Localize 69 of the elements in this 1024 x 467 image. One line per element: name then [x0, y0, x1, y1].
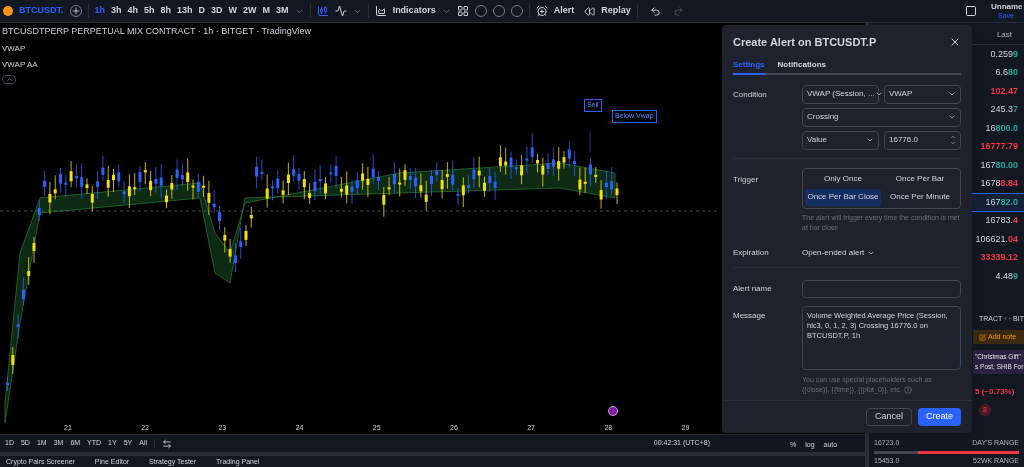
value-input[interactable]: 16776.0 [884, 130, 961, 150]
replay-button[interactable]: Replay [601, 4, 631, 18]
price-value: 33339.12 [980, 251, 1018, 264]
marker-line [589, 130, 591, 154]
target-select[interactable]: Value [802, 130, 879, 150]
timeframe-tab[interactable]: 5h [144, 4, 155, 18]
chart-title: BTCUSDTPERP PERPETUAL MIX CONTRACT · 1h · BITGET · TradingView [2, 25, 312, 38]
coin-icon [3, 6, 13, 16]
indicator-label: VWAP [2, 42, 27, 55]
price-value: 0.2599 [990, 47, 1018, 61]
templates-icon[interactable] [456, 5, 469, 17]
line-chart-icon[interactable] [334, 5, 347, 17]
alert-name-input[interactable] [802, 279, 961, 298]
price-value: 16800.0 [985, 121, 1018, 135]
date-range-icon[interactable] [162, 438, 172, 449]
alert-button[interactable]: Alert [553, 4, 575, 18]
trigger-option[interactable]: Once Per Bar Close [805, 188, 881, 206]
cancel-button[interactable]: Cancel [865, 408, 912, 426]
alarm-clock-icon[interactable] [535, 5, 548, 17]
price-value: 4.489 [995, 269, 1018, 283]
trigger-option[interactable]: Once Per Bar [882, 170, 958, 188]
price-value: 106621.04 [975, 232, 1018, 246]
timeframe-tab[interactable]: M [262, 4, 271, 18]
indicator-label: VWAP AA [2, 58, 39, 71]
timeframe-tab[interactable]: 3M [276, 4, 289, 18]
field-label: Condition [733, 88, 768, 101]
chevron-icon[interactable] [874, 90, 883, 98]
field-label: Alert name [733, 282, 773, 295]
timeframe-tab[interactable]: 13h [177, 4, 193, 18]
price-value: 16780.00 [980, 158, 1018, 172]
dialog-title: Create Alert on BTCUSDT.P [733, 35, 877, 50]
price-value: 6.680 [995, 66, 1018, 79]
candles-icon[interactable] [316, 5, 329, 17]
price-value: 245.37 [990, 103, 1018, 116]
trigger-option[interactable]: Once Per Minute [882, 188, 958, 206]
expiration-select[interactable]: Open-ended alert [802, 246, 876, 259]
field-label: Expiration [733, 246, 770, 259]
square-icon[interactable] [965, 5, 977, 17]
timeframe-tab[interactable]: 3h [111, 4, 122, 18]
trigger-option[interactable]: Only Once [805, 170, 881, 188]
chevron-icon[interactable] [948, 90, 956, 98]
plot-select[interactable]: VWAP [884, 84, 961, 104]
event-icon[interactable] [608, 406, 618, 416]
price-change: 5 (−0.73%) [975, 386, 1016, 398]
timeframe-tab[interactable]: W [228, 4, 238, 18]
timeframe-tab[interactable]: 3D [211, 4, 223, 18]
stepper-icon[interactable] [950, 134, 956, 146]
timeframe-tab[interactable]: 2W [243, 4, 257, 18]
create-button[interactable]: Create [918, 408, 961, 426]
timeframe-tab[interactable]: 8h [160, 4, 172, 18]
timeframe-tab[interactable]: D [198, 4, 206, 18]
timeframe-tab[interactable]: 4h [127, 4, 139, 18]
indicators-button[interactable]: Indicators [392, 4, 436, 18]
column-header: Last [996, 29, 1012, 41]
field-label: Message [733, 309, 767, 322]
undo-icon[interactable] [649, 5, 661, 17]
dialog-tab[interactable]: Notifications [777, 58, 826, 75]
note-icon[interactable] [979, 333, 986, 341]
rewind-icon[interactable] [584, 5, 596, 17]
operator-select[interactable]: Crossing [802, 107, 961, 127]
symbol-button[interactable]: BTCUSDT. [19, 4, 64, 18]
field-label: Trigger [733, 173, 760, 186]
price-value: 16782.0 [985, 195, 1018, 209]
indicators-icon[interactable] [374, 5, 387, 17]
chevron-icon[interactable] [948, 113, 956, 121]
source-select[interactable]: VWAP (Session, ... [802, 84, 879, 104]
timeframe-tab[interactable]: 1h [94, 4, 105, 18]
layout-name[interactable]: Unname [991, 2, 1023, 11]
chevron-icon[interactable] [866, 136, 874, 144]
